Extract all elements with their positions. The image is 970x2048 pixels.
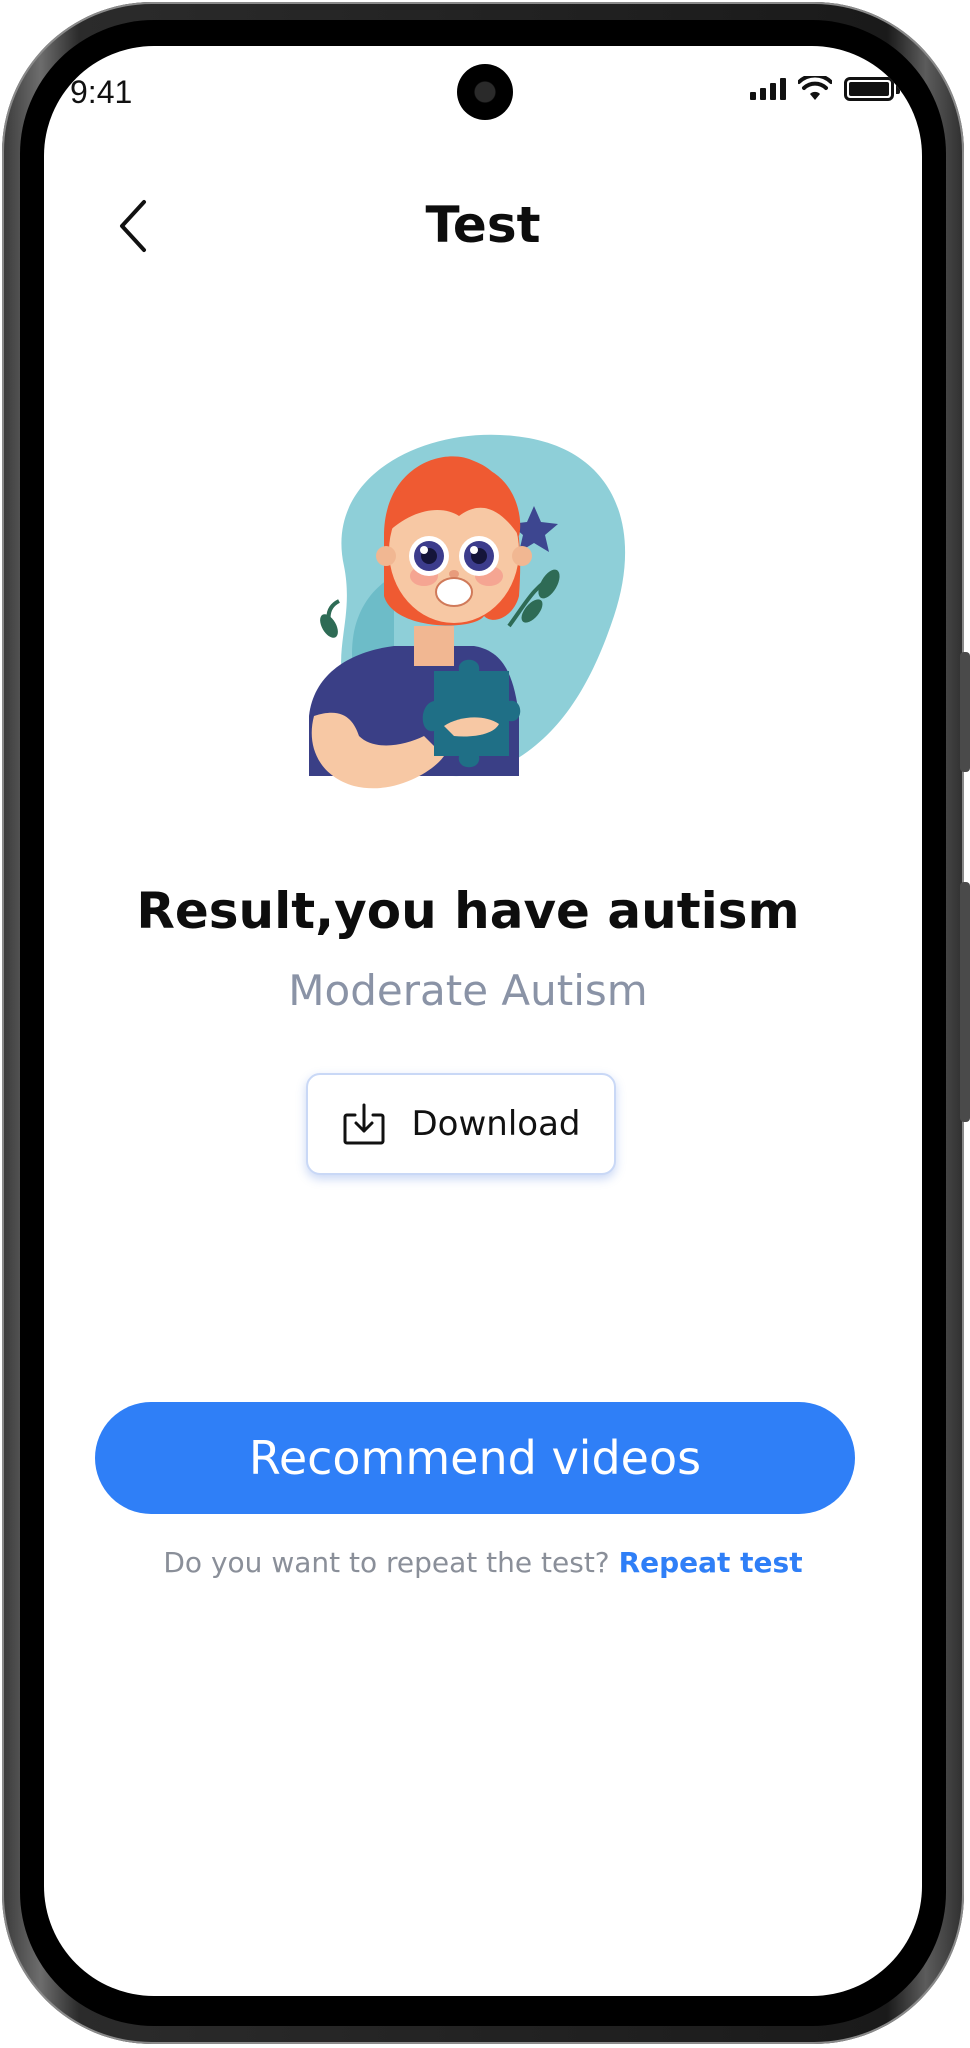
repeat-test-prompt: Do you want to repeat the test? Repeat t… xyxy=(44,1546,922,1579)
recommend-videos-button[interactable]: Recommend videos xyxy=(95,1402,855,1514)
result-title: Result,you have autism xyxy=(136,882,800,940)
autism-level: Moderate Autism xyxy=(288,966,648,1015)
wifi-icon xyxy=(798,76,832,100)
repeat-test-link[interactable]: Repeat test xyxy=(619,1546,803,1579)
download-button[interactable]: Download xyxy=(306,1073,616,1175)
status-time: 9:41 xyxy=(70,74,133,110)
side-button-upper xyxy=(960,652,970,772)
download-label: Download xyxy=(411,1104,581,1144)
phone-frame: 9:41 Test Result,you have autism Moderat… xyxy=(2,2,970,2044)
child-with-puzzle-illustration xyxy=(309,434,626,789)
cellular-signal-icon xyxy=(750,78,786,100)
page-title: Test xyxy=(425,196,541,254)
app-screen: 9:41 Test Result,you have autism Moderat… xyxy=(44,46,922,1996)
battery-icon xyxy=(844,77,894,101)
repeat-question: Do you want to repeat the test? xyxy=(163,1546,610,1579)
side-button-lower xyxy=(960,882,970,1122)
battery-tip xyxy=(896,84,900,94)
download-icon xyxy=(343,1103,385,1145)
front-camera xyxy=(457,64,513,120)
status-icons xyxy=(750,76,900,102)
